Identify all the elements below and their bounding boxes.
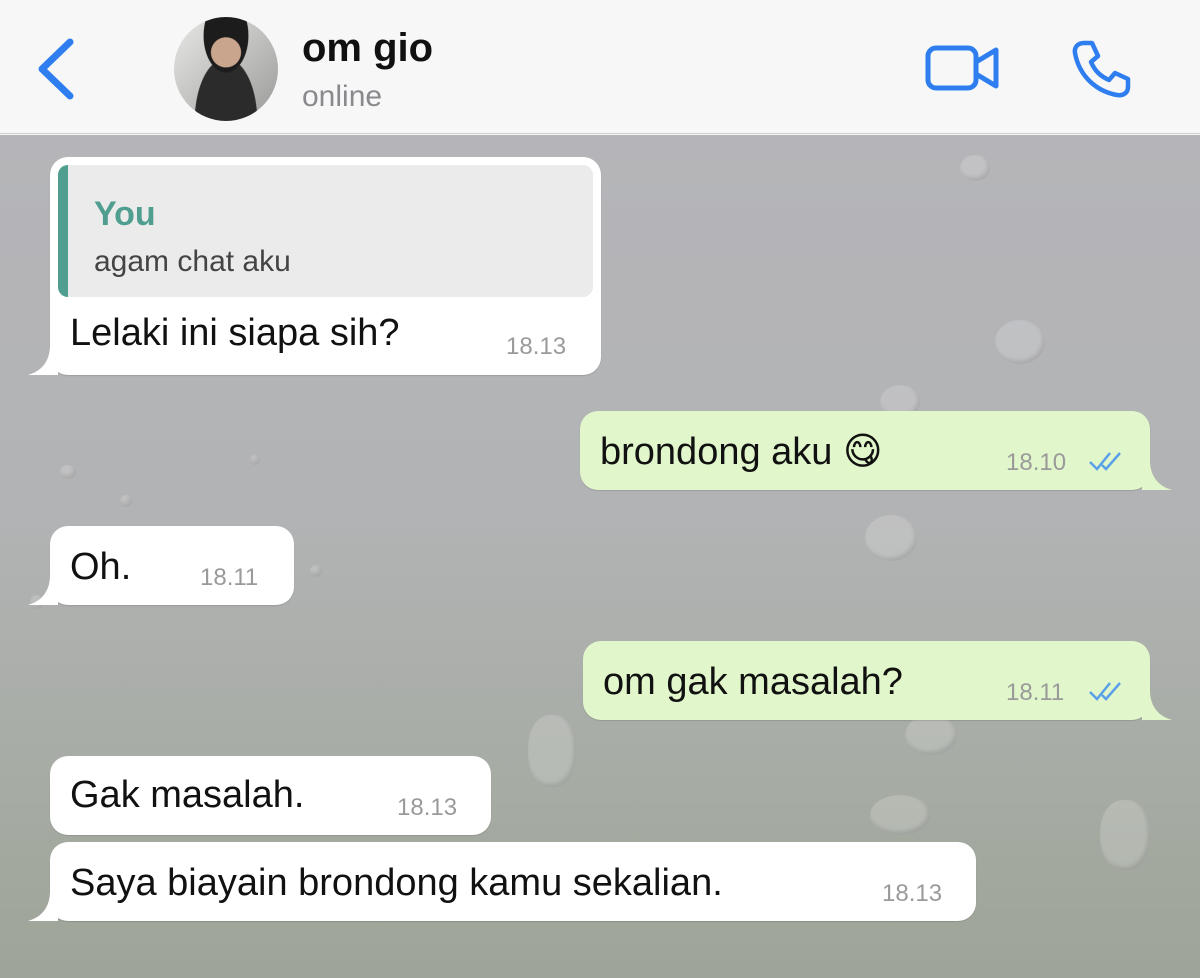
- reply-sender: You: [94, 195, 156, 233]
- contact-name[interactable]: om gio: [302, 26, 433, 71]
- message-time: 18.13: [506, 333, 567, 360]
- message-time: 18.11: [1006, 679, 1065, 706]
- message-time: 18.11: [200, 564, 259, 591]
- bubble-tail: [28, 345, 58, 375]
- chat-header: om gio online: [0, 0, 1200, 134]
- message-bubble-outgoing[interactable]: brondong aku 😋 18.10: [580, 411, 1172, 490]
- message-text: brondong aku 😋: [600, 431, 883, 473]
- read-receipt-icon: [1089, 682, 1121, 701]
- message-time: 18.13: [397, 794, 458, 821]
- message-time: 18.13: [882, 880, 943, 907]
- bubble-tail: [28, 891, 58, 921]
- video-call-icon[interactable]: [924, 42, 1000, 94]
- back-chevron-icon[interactable]: [28, 34, 88, 104]
- message-text: Lelaki ini siapa sih?: [70, 312, 400, 354]
- message-text: Oh.: [70, 546, 132, 588]
- message-bubble-incoming[interactable]: Oh. 18.11: [28, 526, 294, 605]
- contact-avatar[interactable]: [174, 17, 278, 121]
- bubble-tail: [28, 575, 58, 605]
- voice-call-icon[interactable]: [1070, 38, 1132, 100]
- message-bubble-incoming[interactable]: You agam chat aku Lelaki ini siapa sih? …: [28, 157, 601, 375]
- bubble-tail: [1142, 460, 1172, 490]
- reply-text: agam chat aku: [94, 245, 291, 278]
- message-text: Saya biayain brondong kamu sekalian.: [70, 862, 723, 904]
- bubble-tail: [1142, 690, 1172, 720]
- message-text: om gak masalah?: [603, 661, 903, 703]
- contact-status: online: [302, 80, 383, 113]
- message-bubble-incoming[interactable]: Gak masalah. 18.13: [50, 756, 491, 835]
- message-bubble-incoming[interactable]: Saya biayain brondong kamu sekalian. 18.…: [28, 842, 976, 921]
- message-time: 18.10: [1006, 449, 1067, 476]
- message-text: Gak masalah.: [70, 774, 305, 816]
- message-bubble-outgoing[interactable]: om gak masalah? 18.11: [583, 641, 1172, 720]
- quoted-reply[interactable]: You agam chat aku: [58, 165, 593, 297]
- read-receipt-icon: [1089, 452, 1121, 471]
- reply-accent-bar: [58, 165, 68, 297]
